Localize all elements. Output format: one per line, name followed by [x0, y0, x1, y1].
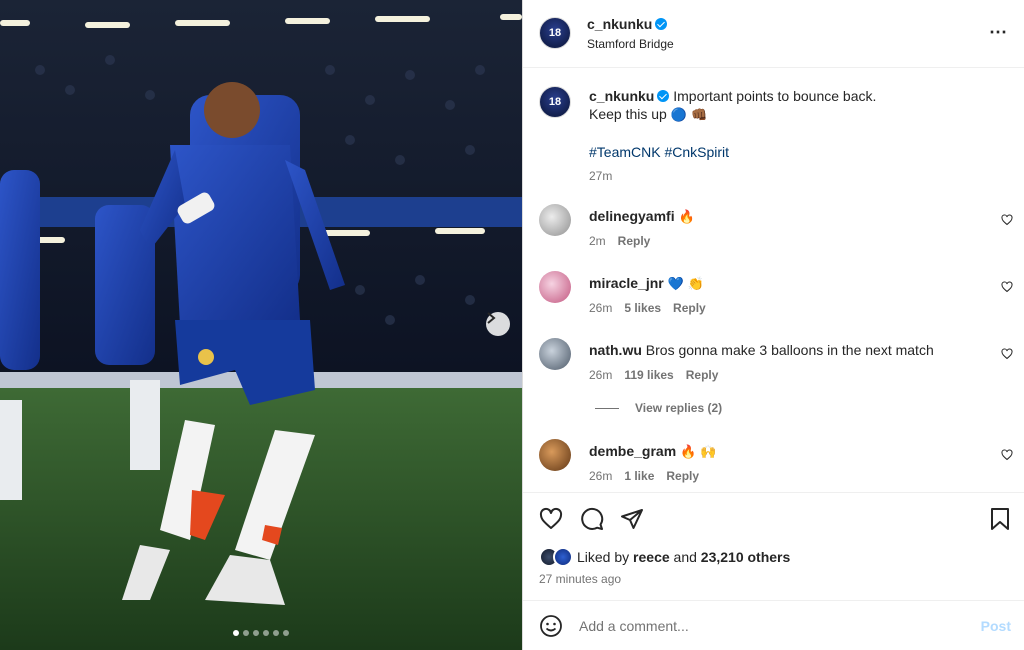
comment-time: 26m — [589, 301, 613, 315]
chevron-right-icon — [487, 312, 496, 324]
commenter-avatar[interactable] — [539, 338, 571, 370]
commenter-avatar[interactable] — [539, 439, 571, 471]
comment-emoji: 🔥 — [678, 210, 695, 225]
liker-avatar — [553, 547, 573, 567]
comment-likes[interactable]: 5 likes — [624, 301, 661, 315]
next-photo-button[interactable] — [486, 312, 510, 336]
reply-button[interactable]: Reply — [666, 469, 699, 483]
avatar-number: 18 — [548, 96, 562, 108]
commenter-avatar[interactable] — [539, 271, 571, 303]
carousel-dots — [0, 630, 522, 636]
add-comment-bar: Post — [523, 600, 1024, 650]
heart-icon[interactable] — [1001, 214, 1013, 226]
caption-author-avatar[interactable]: 18 — [539, 86, 571, 118]
carousel-dot — [283, 630, 289, 636]
emoji-smile-icon[interactable] — [539, 614, 563, 638]
carousel-dot — [273, 630, 279, 636]
liked-by-user[interactable]: reece — [633, 549, 670, 565]
comment-item: dembe_gram 🔥 🙌 26m 1 like Reply — [539, 439, 1013, 483]
post-comment-button[interactable]: Post — [981, 618, 1011, 634]
comment-time: 26m — [589, 368, 613, 382]
football-celebration-image — [0, 0, 522, 650]
commenter-avatar[interactable] — [539, 204, 571, 236]
post-timestamp: 27 minutes ago — [539, 572, 622, 586]
comment-text: Bros gonna make 3 balloons in the next m… — [645, 342, 934, 358]
liked-by-prefix: Liked by — [577, 549, 630, 565]
comment-time: 26m — [589, 469, 613, 483]
comment-username[interactable]: dembe_gram — [589, 443, 676, 459]
carousel-dot — [253, 630, 259, 636]
caption-time: 27m — [589, 169, 613, 183]
caption-line-2: Keep this up — [589, 106, 667, 122]
view-replies-button[interactable]: View replies (2) — [595, 401, 722, 415]
comment-likes[interactable]: 119 likes — [624, 368, 673, 382]
comment-item: delinegyamfi 🔥 2m Reply — [539, 204, 1013, 248]
post-actions: Liked by reece and 23,210 others 27 minu… — [523, 492, 1024, 600]
liked-by-connector: and — [673, 549, 697, 565]
comment-username[interactable]: delinegyamfi — [589, 208, 675, 224]
share-paper-plane-icon[interactable] — [620, 507, 644, 531]
comment-username[interactable]: miracle_jnr — [589, 275, 664, 291]
post-side-panel: 18 c_nkunku Stamford Bridge ⋯ 18 c_nkunk… — [522, 0, 1024, 650]
comment-username[interactable]: nath.wu — [589, 342, 642, 358]
more-options-icon[interactable]: ⋯ — [989, 22, 1008, 43]
likes-count[interactable]: 23,210 others — [701, 549, 791, 565]
author-avatar[interactable]: 18 — [539, 17, 571, 49]
reply-button[interactable]: Reply — [686, 368, 719, 382]
bookmark-icon[interactable] — [989, 507, 1011, 531]
verified-badge-icon — [655, 18, 668, 30]
author-username[interactable]: c_nkunku — [587, 16, 652, 32]
avatar-number: 18 — [548, 27, 562, 39]
carousel-dot — [233, 630, 239, 636]
comment-likes[interactable]: 1 like — [624, 469, 654, 483]
caption-line-1: Important points to bounce back. — [673, 88, 877, 104]
carousel-dot — [243, 630, 249, 636]
post-header: 18 c_nkunku Stamford Bridge ⋯ — [523, 0, 1024, 68]
caption-hashtags[interactable]: #TeamCNK #CnkSpirit — [589, 143, 999, 161]
carousel-dot — [263, 630, 269, 636]
post-location[interactable]: Stamford Bridge — [587, 37, 674, 51]
comment-input[interactable] — [579, 614, 959, 638]
heart-icon[interactable] — [1001, 348, 1013, 360]
heart-icon[interactable] — [1001, 281, 1013, 293]
like-heart-icon[interactable] — [539, 507, 563, 531]
comment-emoji: 💙 👏 — [667, 277, 705, 292]
heart-icon[interactable] — [1001, 449, 1013, 461]
reply-button[interactable]: Reply — [618, 234, 651, 248]
verified-badge-icon — [657, 90, 670, 102]
reply-button[interactable]: Reply — [673, 301, 706, 315]
liked-by-summary[interactable]: Liked by reece and 23,210 others — [539, 547, 790, 567]
comment-bubble-icon[interactable] — [580, 507, 604, 531]
comment-item: nath.wu Bros gonna make 3 balloons in th… — [539, 338, 1013, 382]
caption-emoji: 🔵 👊🏾 — [670, 108, 708, 123]
comment-emoji: 🔥 🙌 — [680, 445, 717, 460]
comment-item: miracle_jnr 💙 👏 26m 5 likes Reply — [539, 271, 1013, 315]
caption-username[interactable]: c_nkunku — [589, 88, 654, 104]
post-photo[interactable] — [0, 0, 522, 650]
comment-time: 2m — [589, 234, 606, 248]
